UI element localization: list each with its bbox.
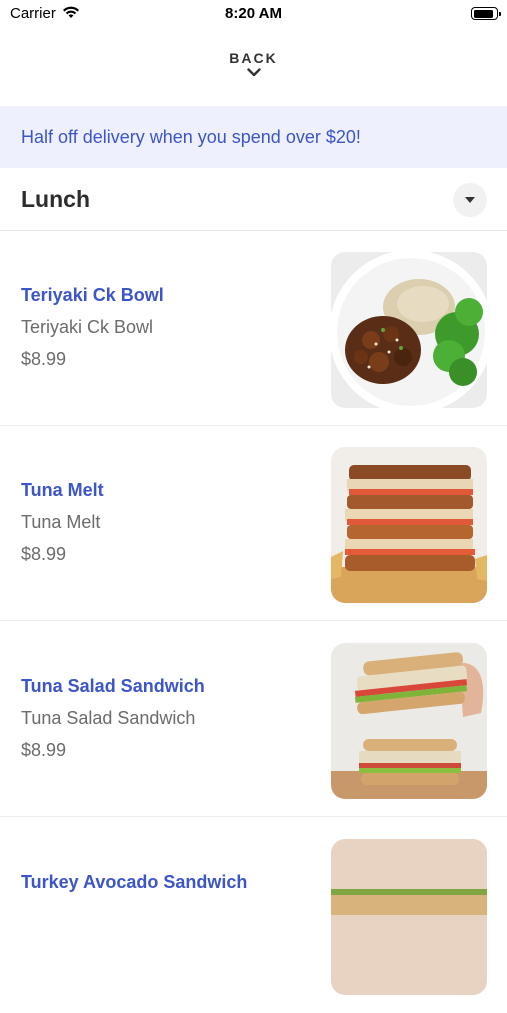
menu-item[interactable]: Turkey Avocado Sandwich <box>0 818 507 1013</box>
caret-down-icon <box>465 197 475 203</box>
item-name[interactable]: Tuna Melt <box>21 480 104 501</box>
section-dropdown-button[interactable] <box>453 183 487 217</box>
promo-banner: Half off delivery when you spend over $2… <box>0 106 507 168</box>
status-bar: Carrier 8:20 AM <box>0 0 507 30</box>
item-image-teriyaki-bowl[interactable] <box>331 252 487 408</box>
item-price: $8.99 <box>21 349 67 369</box>
menu-item[interactable]: Teriyaki Ck Bowl Teriyaki Ck Bowl $8.99 <box>0 231 507 426</box>
item-description: Teriyaki Ck Bowl <box>21 317 154 337</box>
item-name[interactable]: Tuna Salad Sandwich <box>21 676 205 697</box>
item-name[interactable]: Teriyaki Ck Bowl <box>21 285 164 306</box>
section-title: Lunch <box>21 186 90 212</box>
back-label: BACK <box>229 50 278 66</box>
menu-item[interactable]: Tuna Melt Tuna Melt $8.99 <box>0 426 507 621</box>
menu-item[interactable]: Tuna Salad Sandwich Tuna Salad Sandwich … <box>0 622 507 817</box>
item-description: Tuna Salad Sandwich <box>21 708 196 728</box>
item-image-tuna-salad-sandwich[interactable] <box>331 643 487 799</box>
promo-text: Half off delivery when you spend over $2… <box>21 127 361 147</box>
item-price: $8.99 <box>21 544 67 564</box>
chevron-down-icon <box>0 68 507 77</box>
back-button[interactable]: BACK <box>0 50 507 77</box>
item-image-turkey-avocado-sandwich[interactable] <box>331 839 487 995</box>
clock: 8:20 AM <box>225 5 282 22</box>
item-price: $8.99 <box>21 740 67 760</box>
battery-icon <box>471 7 501 20</box>
menu-section-header[interactable]: Lunch <box>0 168 507 231</box>
item-name[interactable]: Turkey Avocado Sandwich <box>21 872 247 893</box>
item-description: Tuna Melt <box>21 512 101 532</box>
item-image-tuna-melt[interactable] <box>331 447 487 603</box>
